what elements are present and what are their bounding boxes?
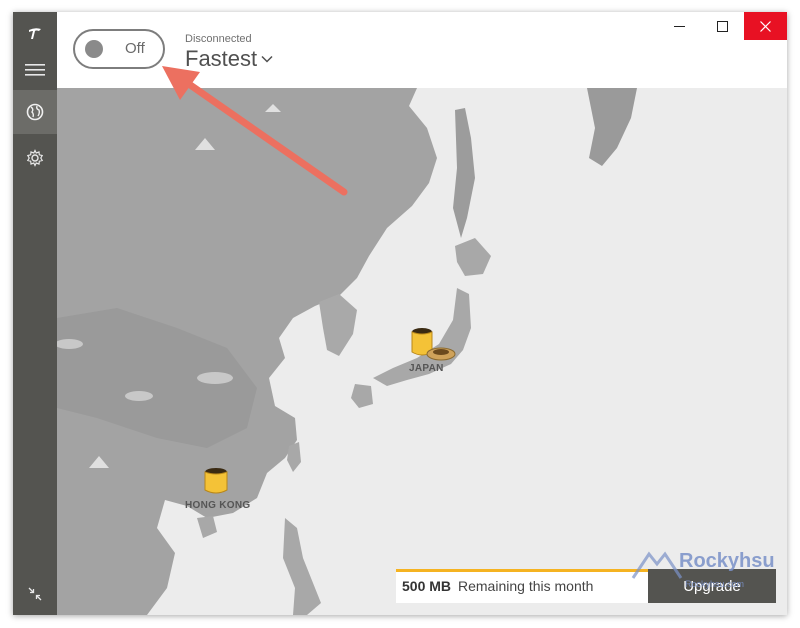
data-remaining-bar: 500 MB Remaining this month bbox=[396, 569, 648, 603]
toggle-knob bbox=[85, 40, 103, 58]
japan-tunnel-pin[interactable] bbox=[411, 326, 459, 366]
server-name: Fastest bbox=[185, 46, 258, 71]
chevron-down-icon bbox=[261, 55, 273, 63]
menu-icon bbox=[25, 64, 45, 76]
vpn-toggle[interactable]: Off bbox=[73, 29, 165, 69]
settings-button[interactable] bbox=[13, 136, 57, 180]
minimize-icon bbox=[674, 25, 685, 27]
data-remaining-text: Remaining this month bbox=[458, 578, 594, 594]
data-amount: 500 MB bbox=[402, 578, 452, 594]
collapse-icon bbox=[28, 587, 42, 601]
japan-label: JAPAN bbox=[409, 363, 444, 374]
close-button[interactable] bbox=[744, 12, 787, 40]
menu-button[interactable] bbox=[13, 48, 57, 92]
cloud-icon bbox=[197, 372, 233, 384]
globe-icon bbox=[26, 103, 44, 121]
header: Off Disconnected Fastest bbox=[57, 12, 787, 88]
map-view-button[interactable] bbox=[13, 90, 57, 134]
cloud-icon bbox=[125, 391, 153, 401]
sidebar bbox=[13, 12, 57, 615]
watermark-subtext: Rockyhsu.com bbox=[685, 579, 745, 589]
close-icon bbox=[760, 20, 771, 32]
watermark-logo-icon bbox=[631, 551, 683, 579]
hong-kong-tunnel-pin[interactable] bbox=[203, 467, 229, 497]
server-selector[interactable]: Fastest bbox=[185, 46, 273, 72]
watermark-text: Rockyhsu bbox=[679, 550, 775, 572]
toggle-label: Off bbox=[125, 40, 145, 57]
minimize-button[interactable] bbox=[658, 12, 701, 40]
app-window: Off Disconnected Fastest JAPAN HONG KONG… bbox=[13, 12, 787, 615]
collapse-button[interactable] bbox=[13, 572, 57, 615]
maximize-icon bbox=[717, 20, 728, 32]
gear-icon bbox=[26, 149, 44, 167]
tunnelbear-logo-icon bbox=[29, 28, 41, 39]
connection-status: Disconnected bbox=[185, 33, 252, 45]
hong-kong-label: HONG KONG bbox=[185, 500, 251, 511]
maximize-button[interactable] bbox=[701, 12, 744, 40]
